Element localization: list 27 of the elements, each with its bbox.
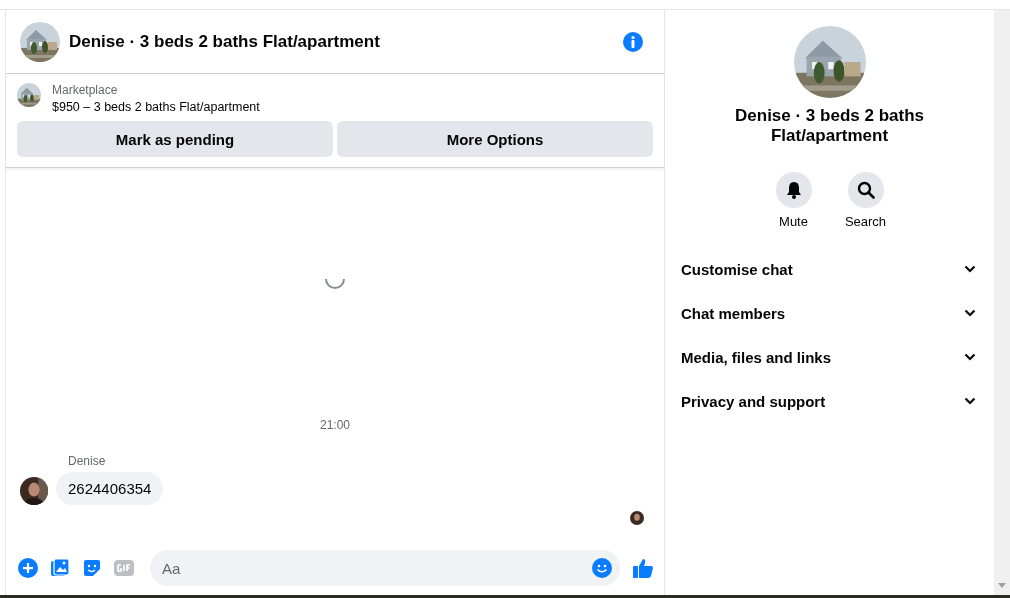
mute-button[interactable] — [775, 172, 812, 208]
thumbs-up-icon[interactable] — [632, 557, 654, 579]
action-label: Mute — [779, 214, 808, 229]
search-icon — [856, 181, 875, 199]
message-bubble: 2624406354 — [56, 472, 164, 505]
listing-button[interactable]: Mark as pending — [17, 121, 333, 157]
action-label: Search — [844, 214, 887, 229]
sender-name: Denise — [68, 454, 107, 468]
conversation-title: Denise · 3 beds 2 baths Flat/apartment — [69, 31, 381, 52]
listing-button[interactable]: More Options — [337, 121, 653, 157]
section-header[interactable]: Media, files and links — [681, 335, 978, 379]
conversation-title: Denise · 3 beds 2 baths Flat/apartment — [734, 106, 925, 146]
emoji-icon[interactable] — [592, 558, 612, 578]
info-icon[interactable] — [622, 30, 644, 53]
listing-title: $950 – 3 beds 2 baths Flat/apartment — [52, 100, 260, 114]
section-header[interactable]: Customise chat — [681, 247, 978, 291]
bell-icon — [784, 181, 803, 199]
image-icon[interactable] — [50, 558, 70, 578]
section-header[interactable]: Privacy and support — [681, 379, 978, 423]
plus-icon[interactable] — [18, 558, 38, 578]
listing-source: Marketplace — [52, 83, 119, 97]
scroll-down-icon[interactable] — [998, 583, 1006, 589]
sticker-icon[interactable] — [82, 558, 102, 578]
search-button[interactable] — [847, 172, 884, 208]
timestamp: 21:00 — [320, 418, 350, 432]
message-input-field[interactable]: Aa — [150, 550, 620, 586]
section-header[interactable]: Chat members — [681, 291, 978, 335]
